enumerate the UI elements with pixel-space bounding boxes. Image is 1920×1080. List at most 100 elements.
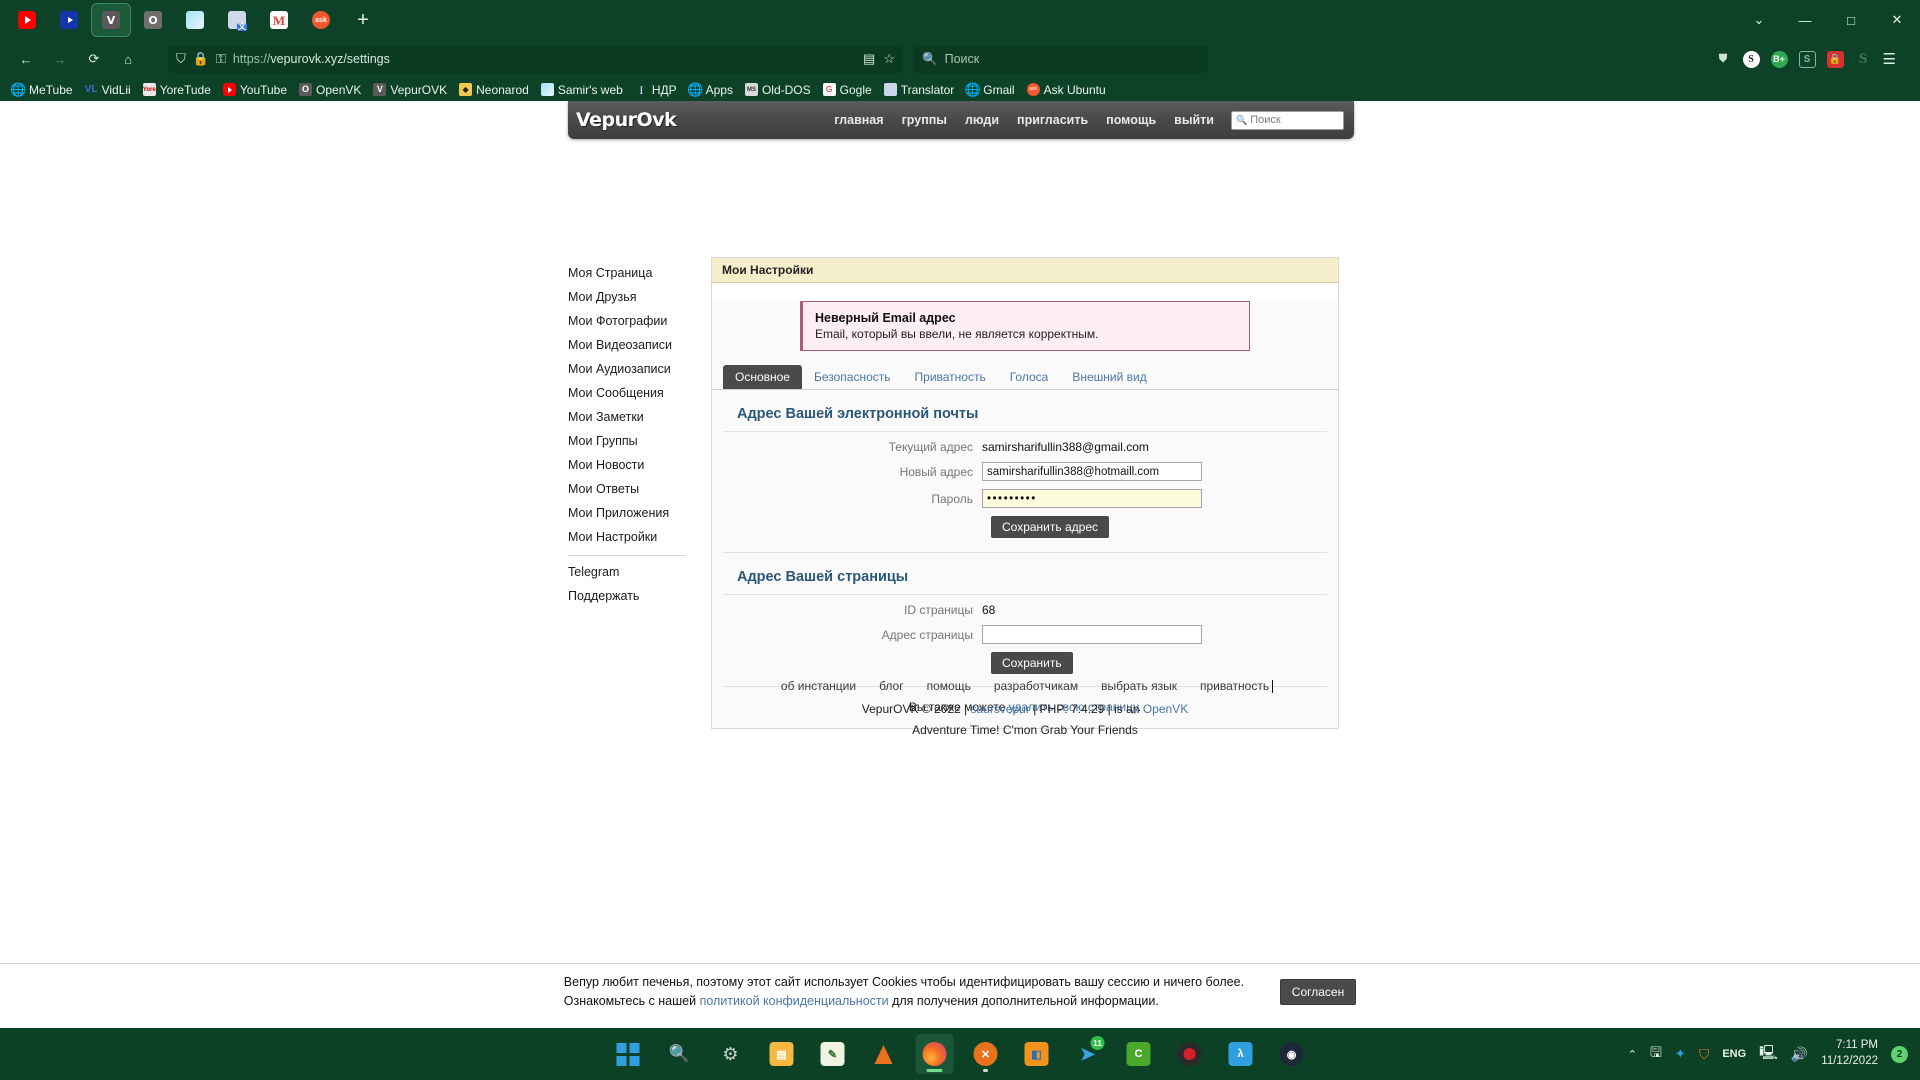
tab-list-chevron-icon[interactable]: ⌄ (1736, 0, 1782, 40)
sidebar-item-my-answers[interactable]: Мои Ответы (568, 477, 683, 501)
sidebar-item-support[interactable]: Поддержать (568, 584, 683, 608)
tab-askubuntu[interactable]: ask (302, 4, 340, 36)
tab-bezopasnost[interactable]: Безопасность (802, 365, 903, 389)
tab-privatnost[interactable]: Приватность (903, 365, 998, 389)
sidebar-item-my-page[interactable]: Моя Страница (568, 261, 683, 285)
footer-link-developers[interactable]: разработчикам (994, 679, 1078, 693)
taskbar-app-x[interactable]: ✕ (967, 1034, 1005, 1074)
taskbar-vlc[interactable] (865, 1034, 903, 1074)
bookmark-translator[interactable]: Translator (878, 81, 961, 99)
lock-icon[interactable]: 🔒 (193, 51, 209, 67)
tab-translator[interactable] (218, 4, 256, 36)
save-email-button[interactable]: Сохранить адрес (991, 516, 1109, 538)
copyright-engine-link[interactable]: OpenVK (1143, 702, 1188, 716)
sidebar-item-my-settings[interactable]: Мои Настройки (568, 525, 683, 549)
language-indicator[interactable]: ENG (1722, 1048, 1746, 1060)
home-icon[interactable]: ⌂ (112, 44, 144, 74)
sidebar-item-my-apps[interactable]: Мои Приложения (568, 501, 683, 525)
taskbar-steam[interactable]: ◉ (1273, 1034, 1311, 1074)
page-address-input[interactable] (982, 625, 1202, 644)
extension-bplus-icon[interactable]: B+ (1770, 50, 1788, 68)
extension-s2-icon[interactable]: S (1798, 50, 1816, 68)
tab-golosa[interactable]: Голоса (998, 365, 1061, 389)
sidebar-item-my-news[interactable]: Мои Новости (568, 453, 683, 477)
taskbar-notepad[interactable]: ✎ (814, 1034, 852, 1074)
taskbar-lambda[interactable]: λ (1222, 1034, 1260, 1074)
clock[interactable]: 7:11 PM 11/12/2022 (1821, 1038, 1878, 1069)
cookie-accept-button[interactable]: Согласен (1279, 978, 1357, 1005)
close-button[interactable]: ✕ (1874, 0, 1920, 40)
taskbar-app-c[interactable]: C (1120, 1034, 1158, 1074)
bookmark-samirs-web[interactable]: Samir's web (535, 81, 629, 99)
taskbar-telegram[interactable]: ➤ 11 (1069, 1034, 1107, 1074)
url-bar[interactable]: ⛉ 🔒 ⚿ https://vepurovk.xyz/settings ▤ ☆ (168, 45, 903, 73)
bookmark-apps[interactable]: 🌐 Apps (683, 81, 739, 99)
nav-lyudi[interactable]: люди (956, 102, 1008, 138)
footer-link-blog[interactable]: блог (879, 679, 904, 693)
bookmark-openvk[interactable]: O OpenVK (293, 81, 367, 99)
sidebar-item-my-groups[interactable]: Мои Группы (568, 429, 683, 453)
sidebar-item-telegram[interactable]: Telegram (568, 560, 683, 584)
bookmark-old-dos[interactable]: MS Old-DOS (739, 81, 817, 99)
sidebar-item-my-friends[interactable]: Мои Друзья (568, 285, 683, 309)
site-search-input[interactable]: 🔍 Поиск (1231, 110, 1344, 130)
taskbar-recorder[interactable] (1171, 1034, 1209, 1074)
nav-pomosch[interactable]: помощь (1097, 102, 1165, 138)
site-logo[interactable]: VepurOvk (576, 108, 726, 132)
menu-hamburger-icon[interactable]: ☰ (1883, 50, 1896, 68)
privacy-policy-link[interactable]: политикой конфиденциальности (700, 994, 889, 1008)
sidebar-item-my-videos[interactable]: Мои Видеозаписи (568, 333, 683, 357)
pocket-icon[interactable]: ⛊ (1715, 51, 1732, 68)
nav-vyiti[interactable]: выйти (1165, 102, 1223, 138)
shield-icon[interactable]: ⛉ (1699, 1046, 1710, 1063)
tray-chevron-up-icon[interactable]: ⌃ (1628, 1048, 1637, 1061)
volume-icon[interactable]: 🔊 (1791, 1046, 1808, 1063)
extension-s3-icon[interactable]: S (1855, 51, 1872, 68)
notification-badge[interactable]: 2 (1891, 1045, 1908, 1063)
footer-link-help[interactable]: помощь (927, 679, 971, 693)
bookmark-star-icon[interactable]: ☆ (883, 51, 895, 67)
footer-link-about[interactable]: об инстанции (781, 679, 856, 693)
nav-priglasit[interactable]: пригласить (1008, 102, 1097, 138)
new-tab-button[interactable]: + (348, 5, 378, 35)
tab-gmail[interactable]: M (260, 4, 298, 36)
tab-vidlii[interactable] (50, 4, 88, 36)
sidebar-item-my-audios[interactable]: Мои Аудиозаписи (568, 357, 683, 381)
bookmark-ndr[interactable]: I НДР (629, 81, 683, 99)
tab-youtube[interactable] (8, 4, 46, 36)
tab-image[interactable] (176, 4, 214, 36)
extension-lock-icon[interactable]: 🔒 (1826, 50, 1844, 68)
sidebar-item-my-messages[interactable]: Мои Сообщения (568, 381, 683, 405)
back-icon[interactable]: ← (10, 44, 42, 74)
bookmark-neonarod[interactable]: ◆ Neonarod (453, 81, 535, 99)
sidebar-item-my-photos[interactable]: Мои Фотографии (568, 309, 683, 333)
taskbar-vmware[interactable]: ◧ (1018, 1034, 1056, 1074)
bookmark-vidlii[interactable]: VL VidLii (79, 81, 137, 99)
taskbar-search[interactable]: 🔍 (661, 1034, 699, 1074)
reader-mode-icon[interactable]: ▤ (863, 51, 875, 67)
nav-gruppy[interactable]: группы (893, 102, 956, 138)
bookmark-youtube[interactable]: YouTube (217, 81, 293, 99)
bookmark-ask-ubuntu[interactable]: ask Ask Ubuntu (1021, 81, 1112, 99)
nav-glavnaya[interactable]: главная (825, 102, 892, 138)
forward-icon[interactable]: → (44, 44, 76, 74)
tab-vepurovk[interactable]: V (91, 3, 131, 37)
tab-openvk[interactable]: O (134, 4, 172, 36)
bluetooth-icon[interactable]: ✦ (1675, 1046, 1686, 1062)
tab-osnovnoe[interactable]: Основное (723, 365, 802, 389)
start-button[interactable] (610, 1034, 648, 1074)
tab-vneshniy-vid[interactable]: Внешний вид (1060, 365, 1158, 389)
footer-link-language[interactable]: выбрать язык (1101, 679, 1177, 693)
shield-icon[interactable]: ⛉ (176, 51, 186, 67)
sidebar-item-my-notes[interactable]: Мои Заметки (568, 405, 683, 429)
key-icon[interactable]: ⚿ (216, 51, 226, 67)
copyright-author-link[interactable]: saursvepur (970, 702, 1029, 716)
bookmark-metube[interactable]: 🌐 MeTube (6, 81, 79, 99)
minimize-button[interactable]: — (1782, 0, 1828, 40)
bookmark-yoretude[interactable]: Yore YoreTude (137, 81, 217, 99)
reload-icon[interactable]: ⟳ (78, 44, 110, 74)
bookmark-gogle[interactable]: G Gogle (817, 81, 878, 99)
search-bar[interactable]: 🔍 Поиск (913, 45, 1208, 73)
password-input[interactable] (982, 489, 1202, 508)
bookmark-gmail[interactable]: 🌐 Gmail (960, 81, 1020, 99)
